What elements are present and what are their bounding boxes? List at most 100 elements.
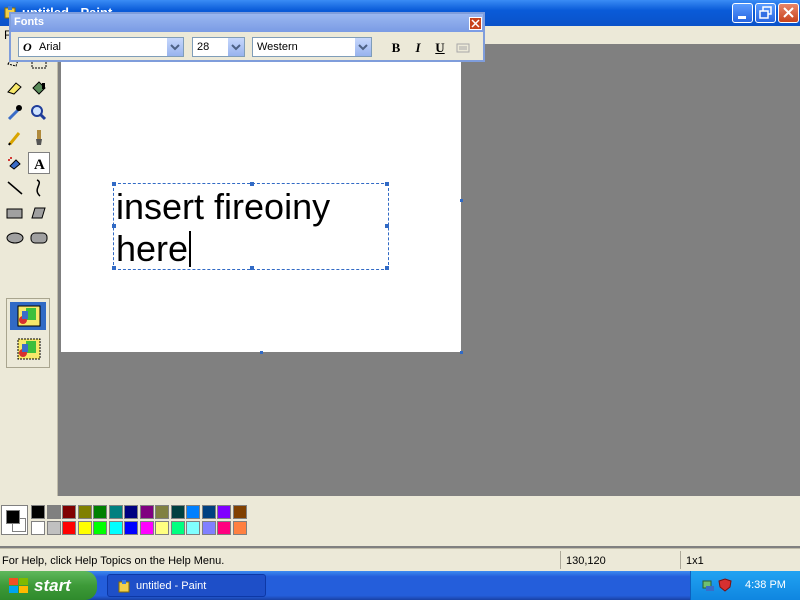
palette-swatch[interactable] [46, 521, 61, 535]
ellipse-icon [6, 232, 24, 244]
taskbar: start untitled - Paint 4:38 PM [0, 571, 800, 600]
palette-swatch[interactable] [31, 505, 45, 519]
close-button[interactable] [778, 3, 799, 23]
fonts-toolbar-close-button[interactable] [469, 17, 482, 30]
windows-logo-icon [9, 578, 28, 593]
polygon-tool[interactable] [28, 202, 50, 224]
vertical-text-icon [456, 43, 470, 53]
bold-button[interactable]: B [387, 39, 405, 56]
palette-swatch[interactable] [201, 521, 216, 535]
text-line-2: here [116, 229, 192, 269]
palette-swatch[interactable] [217, 521, 231, 535]
opaque-background-option[interactable] [10, 302, 46, 330]
magnifier-icon [31, 105, 47, 121]
text-box-handle-e[interactable] [385, 224, 389, 228]
underline-button[interactable]: U [431, 39, 449, 56]
canvas-resize-handle-corner[interactable] [460, 351, 463, 354]
close-icon [783, 7, 794, 18]
rectangle-tool[interactable] [4, 202, 26, 224]
palette-swatch[interactable] [139, 521, 154, 535]
fonts-toolbar-header[interactable]: Fonts [11, 14, 483, 32]
palette-swatch[interactable] [201, 505, 216, 519]
palette-swatch[interactable] [186, 505, 200, 519]
palette-swatch[interactable] [77, 521, 92, 535]
rounded-rectangle-tool[interactable] [28, 227, 50, 249]
font-size-value: 28 [197, 41, 210, 53]
fill-tool[interactable] [28, 77, 50, 99]
line-icon [7, 181, 23, 195]
transparent-background-option[interactable] [10, 335, 46, 363]
text-box-handle-n[interactable] [250, 182, 254, 186]
palette-swatch[interactable] [155, 521, 169, 535]
text-tool[interactable]: A [28, 152, 50, 174]
toolbox: A [0, 44, 58, 496]
restore-icon [759, 6, 772, 19]
text-entry-box[interactable]: insert fireoiny here [112, 182, 389, 270]
svg-text:A: A [34, 157, 45, 173]
vertical-text-button[interactable] [454, 39, 472, 56]
palette-swatch[interactable] [170, 505, 185, 519]
restore-button[interactable] [755, 3, 776, 23]
script-select[interactable]: Western [252, 37, 372, 57]
status-selection-size: 1x1 [686, 555, 704, 567]
text-line-1: insert fireoiny [116, 186, 331, 227]
palette-swatch[interactable] [155, 505, 169, 519]
palette-swatch[interactable] [77, 505, 92, 519]
palette-swatch[interactable] [108, 505, 123, 519]
palette-swatch[interactable] [124, 505, 138, 519]
text-box-handle-w[interactable] [112, 224, 116, 228]
palette-swatch[interactable] [232, 505, 247, 519]
palette-swatch[interactable] [46, 505, 61, 519]
palette-swatch[interactable] [93, 505, 107, 519]
minimize-button[interactable] [732, 3, 753, 23]
palette-swatch[interactable] [62, 505, 76, 519]
palette-swatch[interactable] [217, 505, 231, 519]
text-box-handle-s[interactable] [250, 266, 254, 270]
paint-app-icon [118, 580, 130, 593]
brush-icon [36, 130, 42, 145]
script-dropdown-button[interactable] [354, 38, 371, 56]
tool-options [6, 298, 50, 368]
brush-tool[interactable] [28, 127, 50, 149]
pick-color-tool[interactable] [4, 102, 26, 124]
font-name-dropdown-button[interactable] [166, 38, 183, 56]
palette-swatch[interactable] [93, 521, 107, 535]
line-tool[interactable] [4, 177, 26, 199]
chevron-down-icon [231, 44, 241, 51]
italic-button[interactable]: I [409, 39, 427, 56]
font-size-select[interactable]: 28 [192, 37, 245, 57]
text-box-handle-sw[interactable] [112, 266, 116, 270]
airbrush-tool[interactable] [4, 152, 26, 174]
text-box-handle-nw[interactable] [112, 182, 116, 186]
palette-swatch[interactable] [31, 521, 45, 535]
opaque-background-icon [17, 305, 41, 327]
text-box-handle-se[interactable] [385, 266, 389, 270]
status-coordinates: 130,120 [566, 555, 606, 567]
curve-icon [36, 179, 41, 197]
start-button[interactable]: start [0, 571, 97, 600]
ellipse-tool[interactable] [4, 227, 26, 249]
font-name-select[interactable]: O Arial [18, 37, 184, 57]
palette-swatch[interactable] [62, 521, 76, 535]
curve-tool[interactable] [28, 177, 50, 199]
pencil-tool[interactable] [4, 127, 26, 149]
magnifier-tool[interactable] [28, 102, 50, 124]
palette-swatch[interactable] [108, 521, 123, 535]
text-box-handle-ne[interactable] [385, 182, 389, 186]
foreground-color-swatch[interactable] [6, 510, 20, 524]
eraser-tool[interactable] [4, 77, 26, 99]
palette-swatch[interactable] [139, 505, 154, 519]
palette-swatch[interactable] [232, 521, 247, 535]
font-size-dropdown-button[interactable] [227, 38, 244, 56]
canvas-resize-handle-right[interactable] [460, 199, 463, 202]
canvas-resize-handle-bottom[interactable] [260, 351, 263, 354]
palette-swatch[interactable] [170, 521, 185, 535]
network-icon[interactable] [701, 578, 715, 592]
security-shield-icon[interactable] [718, 578, 732, 592]
palette-swatch[interactable] [124, 521, 138, 535]
taskbar-item-paint[interactable]: untitled - Paint [107, 574, 266, 597]
palette-swatch[interactable] [186, 521, 200, 535]
rounded-rectangle-icon [30, 232, 48, 244]
close-icon [471, 19, 480, 28]
fonts-toolbar: Fonts O Arial 28 Western B I U [9, 12, 485, 62]
